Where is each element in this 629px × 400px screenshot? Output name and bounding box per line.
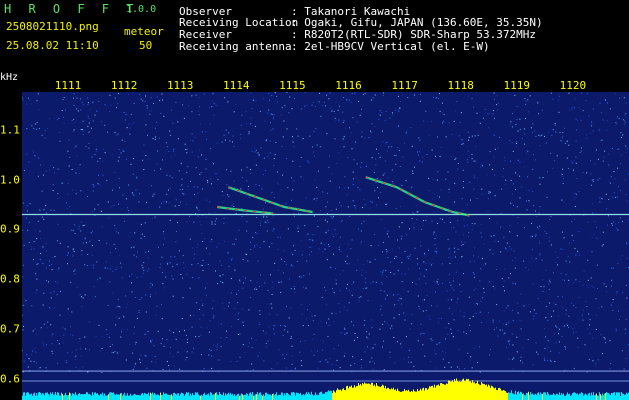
meteor-echo-trace xyxy=(227,186,313,214)
x-tick-label: 1113 xyxy=(166,79,194,92)
capture-datetime: 25.08.02 11:10 xyxy=(6,39,99,52)
x-tick-label: 1118 xyxy=(447,79,474,92)
x-tick-label: 1112 xyxy=(110,79,138,92)
x-tick-label: 1111 xyxy=(54,79,82,92)
antenna-value: : 2el-HB9CV Vertical (el. E-W) xyxy=(291,40,490,53)
x-tick-label: 1115 xyxy=(279,79,306,92)
noise-level-bars xyxy=(22,378,629,400)
y-axis-unit: kHz xyxy=(0,72,19,83)
antenna-label: Receiving antenna xyxy=(179,40,292,53)
x-tick-label: 1116 xyxy=(335,79,362,92)
y-tick-label: 0.8 xyxy=(0,272,20,286)
y-tick-label: 1.1 xyxy=(0,123,20,137)
y-tick-label: 0.6 xyxy=(0,372,20,385)
meteor-label: meteor xyxy=(124,25,164,38)
x-tick-label: 1114 xyxy=(223,79,250,92)
spectrogram-plot xyxy=(22,92,629,400)
meteor-count: 50 xyxy=(139,39,153,52)
y-tick-label: 0.9 xyxy=(0,222,20,236)
app-title: H R O F F T xyxy=(4,2,139,16)
y-tick-label: 0.7 xyxy=(0,322,20,336)
y-tick-label: 1.0 xyxy=(0,173,20,187)
meteor-echo-trace xyxy=(365,176,470,217)
background-noise xyxy=(22,92,629,373)
spectrogram-canvas xyxy=(22,92,629,400)
header-panel: H R O F F T 1.0.0 2508021110.png meteor … xyxy=(0,0,629,58)
x-tick-label: 1120 xyxy=(559,79,587,92)
app-version: 1.0.0 xyxy=(126,4,157,15)
x-tick-label: 1119 xyxy=(503,79,531,92)
image-filename: 2508021110.png xyxy=(6,20,99,33)
x-tick-label: 1117 xyxy=(391,79,418,92)
